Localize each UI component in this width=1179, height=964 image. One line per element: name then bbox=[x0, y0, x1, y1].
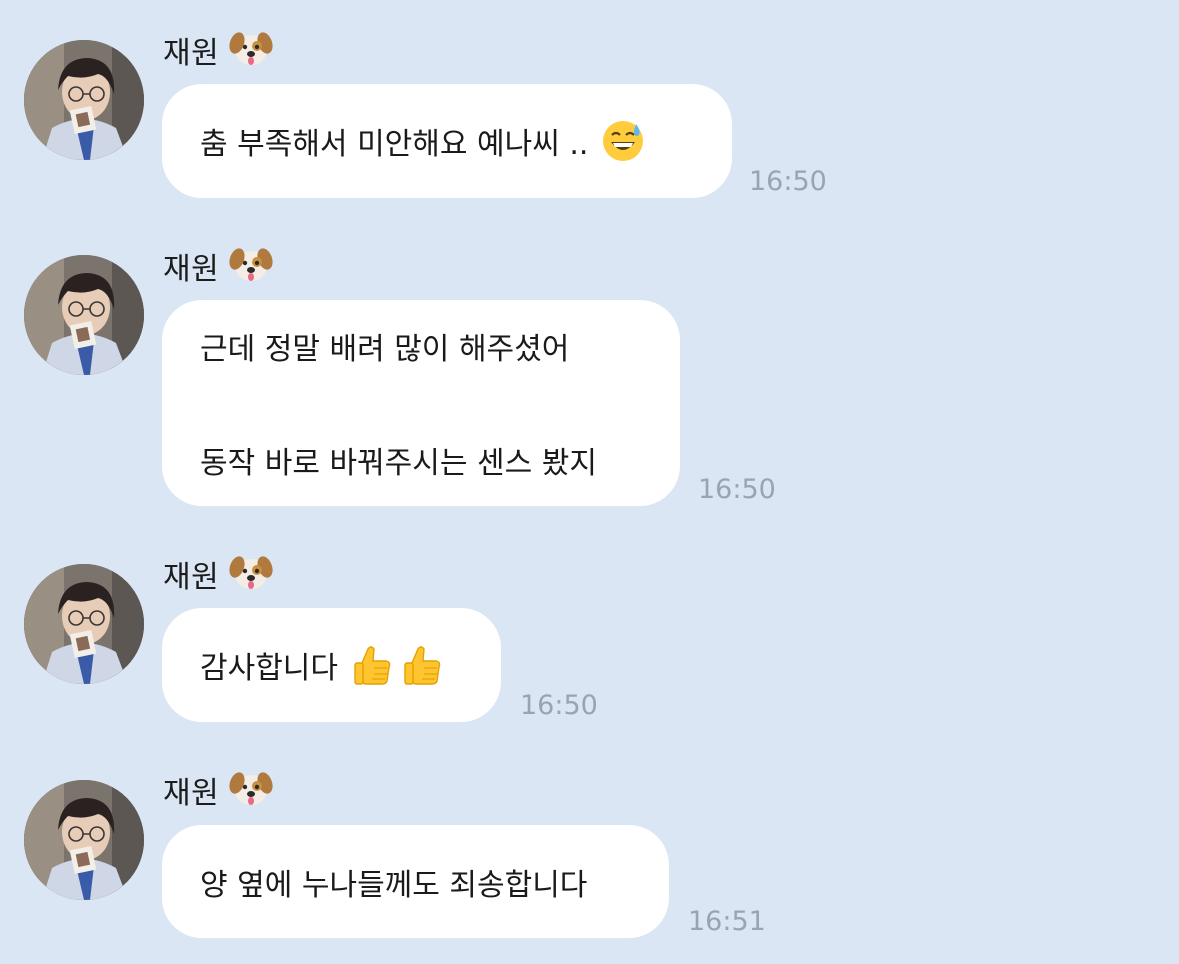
avatar[interactable] bbox=[24, 40, 144, 160]
message-bubble[interactable]: 양 옆에 누나들께도 죄송합니다 bbox=[162, 825, 669, 938]
sender-name: 재원 bbox=[163, 252, 220, 287]
dog-face-icon bbox=[229, 28, 274, 72]
dog-face-icon bbox=[229, 244, 274, 288]
sender: 재원 bbox=[163, 28, 274, 72]
message-line: 양 옆에 누나들께도 죄송합니다 bbox=[200, 862, 631, 903]
message-text: 양 옆에 누나들께도 죄송합니다 bbox=[200, 867, 588, 903]
timestamp: 16:51 bbox=[688, 906, 766, 937]
sender-name: 재원 bbox=[163, 36, 220, 71]
sender: 재원 bbox=[163, 768, 274, 812]
sender: 재원 bbox=[163, 244, 274, 288]
thumbs-up-icon bbox=[402, 643, 446, 687]
sender-name: 재원 bbox=[163, 560, 220, 595]
message-text: 동작 바로 바꿔주시는 센스 봤지 bbox=[200, 446, 597, 481]
message-bubble[interactable]: 감사합니다 bbox=[162, 608, 501, 722]
message-text: 감사합니다 bbox=[200, 651, 338, 686]
message-line: 감사합니다 bbox=[200, 643, 463, 687]
avatar[interactable] bbox=[24, 564, 144, 684]
message-bubble[interactable]: 춤 부족해서 미안해요 예나씨 .. bbox=[162, 84, 732, 198]
dog-face-icon bbox=[229, 768, 274, 812]
timestamp: 16:50 bbox=[749, 166, 827, 197]
timestamp: 16:50 bbox=[698, 474, 776, 505]
message-line: 동작 바로 바꿔주시는 센스 봤지 bbox=[200, 440, 642, 481]
timestamp: 16:50 bbox=[520, 690, 598, 721]
thumbs-up-icon bbox=[352, 643, 396, 687]
grinning-sweat-icon bbox=[602, 120, 645, 162]
message-text: 춤 부족해서 미안해요 예나씨 .. bbox=[200, 127, 589, 162]
message-line: 근데 정말 배려 많이 해주셨어 bbox=[200, 326, 642, 367]
avatar[interactable] bbox=[24, 780, 144, 900]
message-line: 춤 부족해서 미안해요 예나씨 .. bbox=[200, 120, 694, 162]
chat-area: 재원 춤 부족해서 미안해요 예나씨 .. 16:50 재원 근데 정말 배려 … bbox=[0, 0, 1179, 964]
sender: 재원 bbox=[163, 552, 274, 596]
message-bubble[interactable]: 근데 정말 배려 많이 해주셨어 동작 바로 바꿔주시는 센스 봤지 bbox=[162, 300, 680, 506]
message-text: 근데 정말 배려 많이 해주셨어 bbox=[200, 332, 570, 367]
avatar[interactable] bbox=[24, 255, 144, 375]
sender-name: 재원 bbox=[163, 776, 220, 811]
dog-face-icon bbox=[229, 552, 274, 596]
